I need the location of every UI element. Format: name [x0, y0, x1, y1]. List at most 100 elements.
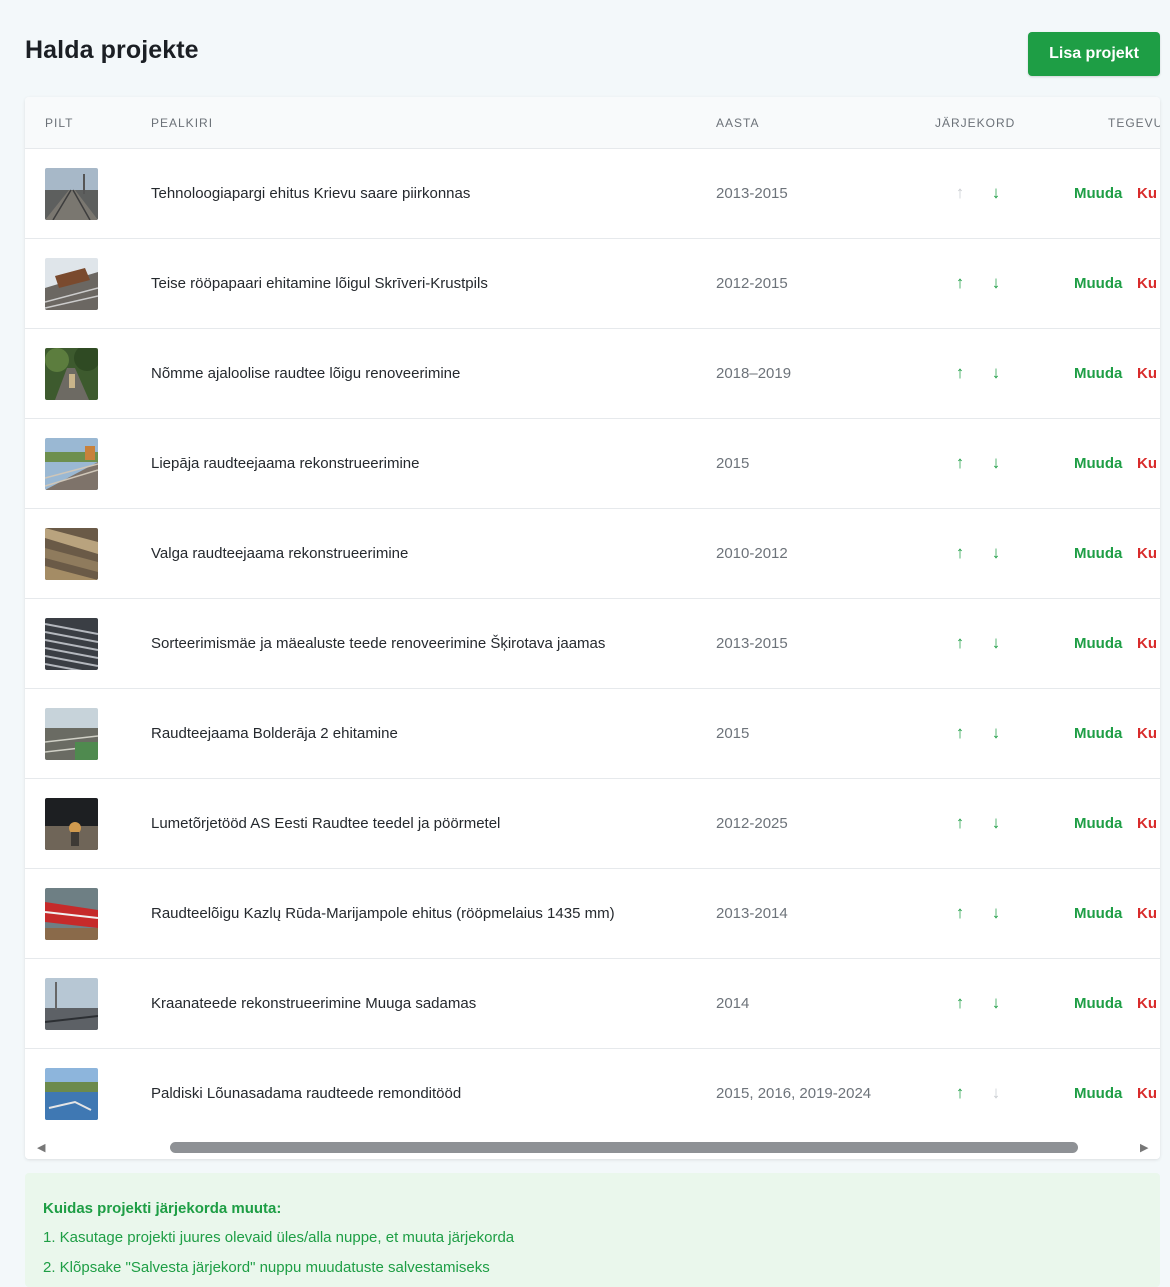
move-down-icon[interactable]: ↓ [988, 813, 1004, 833]
delete-button[interactable]: Ku [1137, 905, 1157, 922]
table-row: Raudteejaama Bolderāja 2 ehitamine 2015 ↑ ↓… [25, 689, 1160, 779]
help-box: Kuidas projekti järjekorda muuta: 1. Kas… [25, 1173, 1160, 1287]
edit-button[interactable]: Muuda [1074, 185, 1122, 202]
project-thumbnail [45, 258, 98, 310]
table-header: PILT PEALKIRI AASTA JÄRJEKORD TEGEVU [25, 97, 1160, 149]
project-title: Liepāja raudteejaama rekonstrueerimine [151, 455, 420, 472]
help-step-2: 2. Klõpsake "Salvesta järjekord" nuppu m… [43, 1259, 490, 1276]
edit-button[interactable]: Muuda [1074, 725, 1122, 742]
move-up-icon: ↑ [955, 183, 965, 202]
project-thumbnail [45, 798, 98, 850]
move-up-icon[interactable]: ↑ [952, 813, 968, 833]
project-year: 2010-2012 [716, 545, 788, 562]
move-down-icon[interactable]: ↓ [988, 363, 1004, 383]
project-thumbnail [45, 618, 98, 670]
table-body: Tehnoloogiapargi ehitus Krievu saare pii… [25, 149, 1160, 1139]
project-thumbnail [45, 1068, 98, 1120]
table-row: Raudteelõigu Kazlų Rūda-Marijampole ehit… [25, 869, 1160, 959]
column-header-title: PEALKIRI [151, 116, 214, 130]
table-row: Valga raudteejaama rekonstrueerimine 2010… [25, 509, 1160, 599]
edit-button[interactable]: Muuda [1074, 545, 1122, 562]
project-title: Valga raudteejaama rekonstrueerimine [151, 545, 409, 562]
project-thumbnail [45, 888, 98, 940]
project-title: Nõmme ajaloolise raudtee lõigu renoveeri… [151, 365, 461, 382]
delete-button[interactable]: Ku [1137, 725, 1157, 742]
column-header-order: JÄRJEKORD [935, 116, 1016, 130]
move-up-icon[interactable]: ↑ [952, 723, 968, 743]
move-up-icon[interactable]: ↑ [952, 453, 968, 473]
delete-button[interactable]: Ku [1137, 815, 1157, 832]
edit-button[interactable]: Muuda [1074, 635, 1122, 652]
project-title: Sorteerimismäe ja mäealuste teede renove… [151, 635, 606, 652]
edit-button[interactable]: Muuda [1074, 995, 1122, 1012]
move-down-icon[interactable]: ↓ [988, 453, 1004, 473]
delete-button[interactable]: Ku [1137, 995, 1157, 1012]
table-row: Paldiski Lõunasadama raudteede remonditö… [25, 1049, 1160, 1139]
horizontal-scrollbar[interactable]: ◀ ▶ [25, 1137, 1160, 1159]
column-header-year: AASTA [716, 116, 760, 130]
move-down-icon[interactable]: ↓ [988, 723, 1004, 743]
move-up-icon[interactable]: ↑ [952, 993, 968, 1013]
table-row: Sorteerimismäe ja mäealuste teede renove… [25, 599, 1160, 689]
scroll-left-icon[interactable]: ◀ [37, 1141, 45, 1154]
help-title: Kuidas projekti järjekorda muuta: [43, 1200, 282, 1217]
move-up-icon[interactable]: ↑ [952, 1083, 968, 1103]
projects-table: PILT PEALKIRI AASTA JÄRJEKORD TEGEVU Teh… [25, 97, 1160, 1159]
delete-button[interactable]: Ku [1137, 275, 1157, 292]
move-down-icon[interactable]: ↓ [988, 993, 1004, 1013]
table-row: Liepāja raudteejaama rekonstrueerimine 20… [25, 419, 1160, 509]
project-thumbnail [45, 528, 98, 580]
scroll-right-icon[interactable]: ▶ [1140, 1141, 1148, 1154]
delete-button[interactable]: Ku [1137, 185, 1157, 202]
delete-button[interactable]: Ku [1137, 1085, 1157, 1102]
project-thumbnail [45, 438, 98, 490]
edit-button[interactable]: Muuda [1074, 455, 1122, 472]
edit-button[interactable]: Muuda [1074, 275, 1122, 292]
delete-button[interactable]: Ku [1137, 365, 1157, 382]
project-year: 2012-2025 [716, 815, 788, 832]
move-down-icon[interactable]: ↓ [988, 273, 1004, 293]
scrollbar-thumb[interactable] [170, 1142, 1078, 1153]
move-up-icon[interactable]: ↑ [952, 633, 968, 653]
delete-button[interactable]: Ku [1137, 545, 1157, 562]
table-row: Kraanateede rekonstrueerimine Muuga sada… [25, 959, 1160, 1049]
edit-button[interactable]: Muuda [1074, 365, 1122, 382]
move-down-icon[interactable]: ↓ [988, 183, 1004, 203]
edit-button[interactable]: Muuda [1074, 815, 1122, 832]
delete-button[interactable]: Ku [1137, 455, 1157, 472]
project-year: 2015 [716, 455, 750, 472]
move-up-icon[interactable]: ↑ [952, 543, 968, 563]
add-project-button[interactable]: Lisa projekt [1028, 32, 1160, 76]
move-down-icon[interactable]: ↓ [988, 543, 1004, 563]
project-title: Raudteelõigu Kazlų Rūda-Marijampole ehit… [151, 905, 615, 922]
project-title: Kraanateede rekonstrueerimine Muuga sada… [151, 995, 477, 1012]
move-up-icon[interactable]: ↑ [952, 363, 968, 383]
page-title: Halda projekte [25, 36, 199, 64]
project-year: 2018–2019 [716, 365, 792, 382]
move-down-icon[interactable]: ↓ [988, 903, 1004, 923]
project-title: Lumetõrjetööd AS Eesti Raudtee teedel ja… [151, 815, 501, 832]
project-year: 2015, 2016, 2019-2024 [716, 1085, 872, 1102]
project-year: 2013-2015 [716, 635, 788, 652]
project-title: Tehnoloogiapargi ehitus Krievu saare pii… [151, 185, 471, 202]
column-header-image: PILT [45, 116, 74, 130]
project-title: Raudteejaama Bolderāja 2 ehitamine [151, 725, 398, 742]
project-title: Teise rööpapaari ehitamine lõigul Skrīve… [151, 275, 488, 292]
delete-button[interactable]: Ku [1137, 635, 1157, 652]
move-down-icon: ↓ [991, 1083, 1001, 1102]
project-year: 2015 [716, 725, 750, 742]
table-row: Nõmme ajaloolise raudtee lõigu renoveeri… [25, 329, 1160, 419]
project-year: 2012-2015 [716, 275, 788, 292]
table-row: Teise rööpapaari ehitamine lõigul Skrīve… [25, 239, 1160, 329]
edit-button[interactable]: Muuda [1074, 1085, 1122, 1102]
move-up-icon[interactable]: ↑ [952, 273, 968, 293]
project-thumbnail [45, 978, 98, 1030]
column-header-actions: TEGEVU [1108, 116, 1160, 130]
table-row: Tehnoloogiapargi ehitus Krievu saare pii… [25, 149, 1160, 239]
project-year: 2013-2014 [716, 905, 788, 922]
move-down-icon[interactable]: ↓ [988, 633, 1004, 653]
edit-button[interactable]: Muuda [1074, 905, 1122, 922]
project-thumbnail [45, 168, 98, 220]
help-step-1: 1. Kasutage projekti juures olevaid üles… [43, 1229, 515, 1246]
move-up-icon[interactable]: ↑ [952, 903, 968, 923]
